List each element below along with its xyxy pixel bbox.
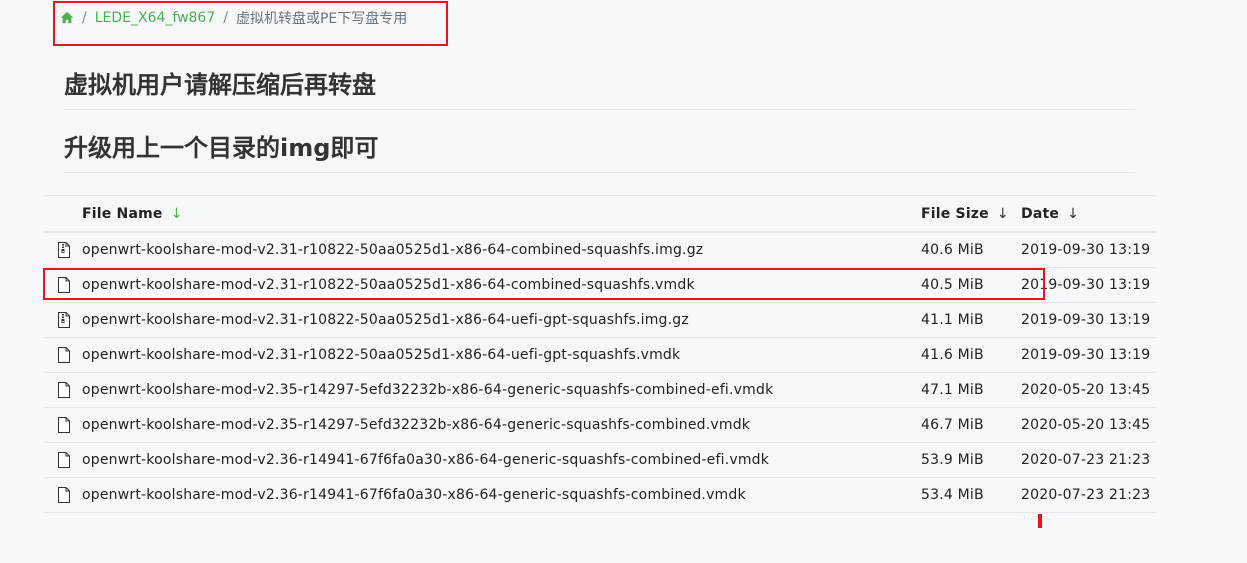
file-list-table: File Name ↓ File Size ↓ Date ↓ openwrt-kool… <box>45 195 1155 513</box>
header-file-size[interactable]: File Size ↓ <box>921 195 1021 233</box>
header-date-label[interactable]: Date <box>1021 206 1059 222</box>
file-icon-cell <box>45 442 82 478</box>
readme-heading-2: 升级用上一个目录的img即可 <box>64 136 1135 173</box>
file-icon-cell <box>45 337 82 373</box>
table-row[interactable]: openwrt-koolshare-mod-v2.36-r14941-67f6f… <box>45 477 1155 513</box>
file-link[interactable]: openwrt-koolshare-mod-v2.35-r14297-5efd3… <box>82 382 773 398</box>
file-icon-cell <box>45 267 82 303</box>
file-link[interactable]: openwrt-koolshare-mod-v2.31-r10822-50aa0… <box>82 277 695 293</box>
file-link[interactable]: openwrt-koolshare-mod-v2.31-r10822-50aa0… <box>82 312 689 328</box>
file-date-cell: 2019-09-30 13:19 <box>1021 302 1155 338</box>
sort-arrow-icon[interactable]: ↓ <box>1067 206 1079 222</box>
file-link[interactable]: openwrt-koolshare-mod-v2.36-r14941-67f6f… <box>82 487 746 503</box>
table-row[interactable]: openwrt-koolshare-mod-v2.31-r10822-50aa0… <box>45 337 1155 373</box>
file-icon-cell <box>45 372 82 408</box>
file-icon <box>57 382 71 398</box>
header-file-name-label[interactable]: File Name <box>82 206 163 222</box>
header-file-name[interactable]: File Name ↓ <box>82 195 921 233</box>
file-date-cell: 2019-09-30 13:19 <box>1021 337 1155 373</box>
file-date-cell: 2020-07-23 21:23 <box>1021 442 1155 478</box>
home-icon <box>60 11 74 24</box>
file-name-cell[interactable]: openwrt-koolshare-mod-v2.35-r14297-5efd3… <box>82 372 921 408</box>
file-size-cell: 47.1 MiB <box>921 372 1021 408</box>
archive-icon <box>57 242 71 258</box>
header-file-size-label[interactable]: File Size <box>921 206 989 222</box>
file-link[interactable]: openwrt-koolshare-mod-v2.31-r10822-50aa0… <box>82 242 703 258</box>
header-date[interactable]: Date ↓ <box>1021 195 1155 233</box>
file-name-cell[interactable]: openwrt-koolshare-mod-v2.36-r14941-67f6f… <box>82 442 921 478</box>
file-size-cell: 41.6 MiB <box>921 337 1021 373</box>
breadcrumb: / LEDE_X64_fw867 / 虚拟机转盘或PE下写盘专用 <box>60 8 407 28</box>
file-name-cell[interactable]: openwrt-koolshare-mod-v2.35-r14297-5efd3… <box>82 407 921 443</box>
red-annotation-mark <box>1038 514 1042 528</box>
table-header-row: File Name ↓ File Size ↓ Date ↓ <box>45 195 1155 233</box>
archive-icon <box>57 312 71 328</box>
file-size-cell: 53.4 MiB <box>921 477 1021 513</box>
file-icon <box>57 417 71 433</box>
table-row[interactable]: openwrt-koolshare-mod-v2.36-r14941-67f6f… <box>45 442 1155 478</box>
breadcrumb-home-link[interactable] <box>60 11 74 25</box>
file-icon-cell <box>45 302 82 338</box>
file-name-cell[interactable]: openwrt-koolshare-mod-v2.31-r10822-50aa0… <box>82 302 921 338</box>
file-date-cell: 2020-07-23 21:23 <box>1021 477 1155 513</box>
file-size-cell: 53.9 MiB <box>921 442 1021 478</box>
file-size-cell: 41.1 MiB <box>921 302 1021 338</box>
table-row[interactable]: openwrt-koolshare-mod-v2.35-r14297-5efd3… <box>45 407 1155 443</box>
file-link[interactable]: openwrt-koolshare-mod-v2.36-r14941-67f6f… <box>82 452 769 468</box>
file-name-cell[interactable]: openwrt-koolshare-mod-v2.31-r10822-50aa0… <box>82 337 921 373</box>
file-icon <box>57 452 71 468</box>
header-icon-cell <box>45 195 82 233</box>
table-row[interactable]: openwrt-koolshare-mod-v2.31-r10822-50aa0… <box>45 302 1155 338</box>
sort-arrow-icon[interactable]: ↓ <box>171 206 183 222</box>
file-name-cell[interactable]: openwrt-koolshare-mod-v2.31-r10822-50aa0… <box>82 267 921 303</box>
file-icon <box>57 487 71 503</box>
breadcrumb-link-parent[interactable]: LEDE_X64_fw867 <box>95 10 216 26</box>
file-size-cell: 40.6 MiB <box>921 232 1021 268</box>
file-date-cell: 2020-05-20 13:45 <box>1021 407 1155 443</box>
file-name-cell[interactable]: openwrt-koolshare-mod-v2.36-r14941-67f6f… <box>82 477 921 513</box>
file-size-cell: 46.7 MiB <box>921 407 1021 443</box>
file-icon <box>57 347 71 363</box>
file-icon-cell <box>45 232 82 268</box>
sort-arrow-icon[interactable]: ↓ <box>997 206 1009 222</box>
file-icon-cell <box>45 477 82 513</box>
file-icon-cell <box>45 407 82 443</box>
breadcrumb-separator: / <box>223 10 228 26</box>
breadcrumb-current: 虚拟机转盘或PE下写盘专用 <box>235 11 408 27</box>
file-date-cell: 2020-05-20 13:45 <box>1021 372 1155 408</box>
readme-heading-1: 虚拟机用户请解压缩后再转盘 <box>64 73 1135 110</box>
file-name-cell[interactable]: openwrt-koolshare-mod-v2.31-r10822-50aa0… <box>82 232 921 268</box>
file-date-cell: 2019-09-30 13:19 <box>1021 267 1155 303</box>
file-link[interactable]: openwrt-koolshare-mod-v2.31-r10822-50aa0… <box>82 347 680 363</box>
breadcrumb-separator: / <box>82 10 87 26</box>
file-link[interactable]: openwrt-koolshare-mod-v2.35-r14297-5efd3… <box>82 417 750 433</box>
file-date-cell: 2019-09-30 13:19 <box>1021 232 1155 268</box>
file-icon <box>57 277 71 293</box>
table-row[interactable]: openwrt-koolshare-mod-v2.31-r10822-50aa0… <box>45 232 1155 268</box>
table-row[interactable]: openwrt-koolshare-mod-v2.35-r14297-5efd3… <box>45 372 1155 408</box>
file-size-cell: 40.5 MiB <box>921 267 1021 303</box>
table-row[interactable]: openwrt-koolshare-mod-v2.31-r10822-50aa0… <box>45 267 1155 303</box>
